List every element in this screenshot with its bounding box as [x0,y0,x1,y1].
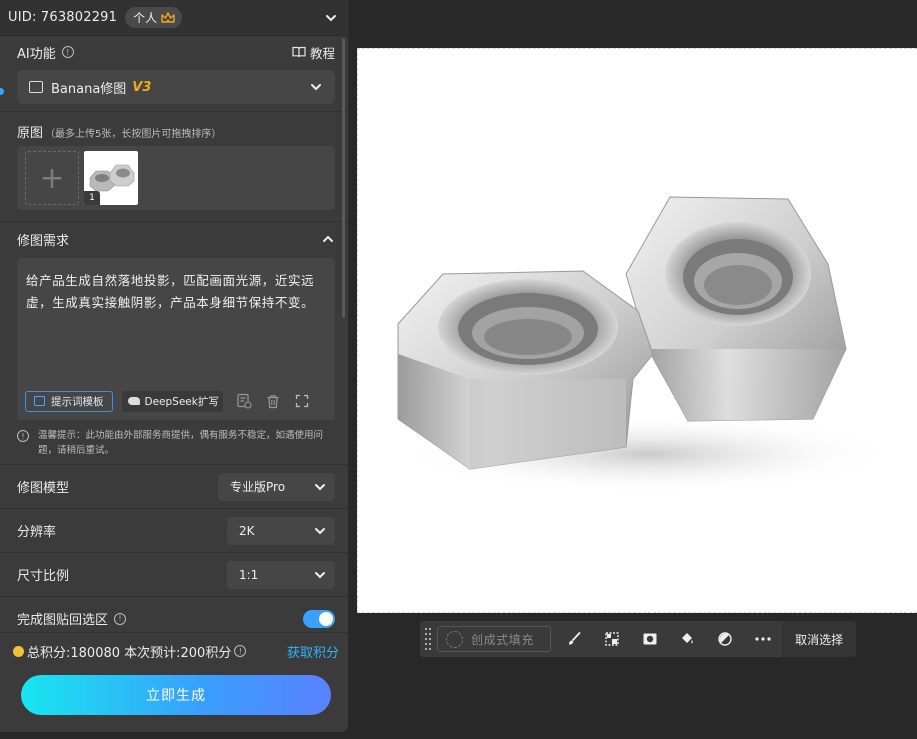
ai-feature-header: AI功能 ! 教程 [17,36,335,68]
plus-icon: + [39,160,65,196]
add-image-button[interactable]: + [25,151,79,205]
original-image-thumb[interactable]: 1 [84,151,138,205]
account-type-label: 个人 [133,11,158,25]
trash-icon[interactable] [265,393,281,409]
panel-scrollbar[interactable] [342,38,345,318]
book-icon [292,46,306,58]
coin-icon [13,645,24,657]
generate-button[interactable]: 立即生成 [21,675,331,715]
adjust-icon[interactable] [706,621,744,657]
original-image-hint: （最多上传5张，长按图片可拖拽排序） [45,129,222,140]
deepseek-label: DeepSeek扩写 [144,395,219,408]
prompt-template-button[interactable]: 提示词模板 [25,390,113,412]
generative-fill-button[interactable]: 创成式填充 [436,626,551,652]
paint-bucket-icon[interactable] [668,621,706,657]
invert-selection-icon[interactable] [593,621,631,657]
original-image-list: + 1 [17,146,335,210]
history-icon[interactable] [236,393,252,409]
mask-icon[interactable] [631,621,669,657]
service-notice-text: 温馨提示：此功能由外部服务商提供，偶有服务不稳定，如遇使用问题，请稍后重试。 [38,430,324,456]
crown-icon [161,11,175,23]
account-type-badge[interactable]: 个人 [125,7,183,28]
requirement-title: 修图需求 [17,233,70,249]
generative-fill-label: 创成式填充 [470,632,534,647]
chevron-down-icon[interactable] [324,11,338,25]
prompt-template-label: 提示词模板 [51,395,104,408]
more-icon[interactable] [744,621,782,657]
ratio-option-label: 尺寸比例 [17,569,70,584]
chevron-down-icon [315,571,325,578]
deepseek-expand-button[interactable]: DeepSeek扩写 [121,390,223,412]
image-icon [29,81,43,93]
ai-side-panel: UID: 763802291 个人 AI功能 ! 教程 Banana修图 V3 … [0,0,349,732]
chevron-down-icon [311,84,321,91]
chevron-up-icon [323,235,333,242]
original-image-title: 原图 [17,126,44,141]
requirement-textarea[interactable]: 给产品生成自然落地投影，匹配画面光源，近实远虚，生成真实接触阴影，产品本身细节保… [17,258,335,420]
points-text: 总积分:180080 本次预计:200积分 [27,645,232,661]
resolution-select[interactable]: 2K [227,516,335,545]
info-icon[interactable]: ! [61,46,74,58]
cancel-selection-button[interactable]: 取消选择 [782,621,856,657]
original-image-header: 原图 （最多上传5张，长按图片可拖拽排序） [0,112,348,144]
requirement-toolbar: 提示词模板 DeepSeek扩写 [25,390,327,412]
tutorial-label: 教程 [309,45,335,61]
info-icon[interactable]: ! [234,645,247,657]
info-icon[interactable]: ! [114,612,127,625]
ai-model-name: Banana修图 [51,81,127,97]
tutorial-link[interactable]: 教程 [292,43,335,62]
model-select[interactable]: 专业版Pro [218,472,335,501]
account-bar: UID: 763802291 个人 [0,0,348,36]
model-option-label: 修图模型 [17,481,70,496]
chevron-down-icon [315,527,325,534]
deepseek-whale-icon [127,397,140,405]
model-select-value: 专业版Pro [230,480,286,494]
ratio-select[interactable]: 1:1 [227,560,335,589]
ai-model-version: V3 [132,79,152,95]
option-row-ratio: 尺寸比例 1:1 [0,552,348,596]
get-points-link[interactable]: 获取积分 [287,642,339,661]
option-row-model: 修图模型 专业版Pro [0,464,348,508]
uid-label: UID: 763802291 [8,10,118,25]
paste-back-label: 完成图贴回选区 [17,613,109,628]
ai-feature-title: AI功能 [17,46,56,62]
requirement-text[interactable]: 给产品生成自然落地投影，匹配画面光源，近实远虚，生成真实接触阴影，产品本身细节保… [26,270,326,314]
book-icon [34,396,45,406]
image-canvas[interactable] [357,48,917,613]
hex-nuts-photo [397,196,898,494]
panel-footer: 总积分:180080 本次预计:200积分 ! 获取积分 立即生成 [0,632,348,732]
info-icon: ! [17,430,29,442]
brush-icon[interactable] [555,621,593,657]
option-row-resolution: 分辨率 2K [0,508,348,552]
paste-back-toggle[interactable] [303,609,335,628]
resolution-select-value: 2K [239,523,255,538]
selection-toolbar: 创成式填充 取消选择 [420,621,856,657]
ai-model-select[interactable]: Banana修图 V3 [17,70,335,104]
fullscreen-icon[interactable] [294,393,310,409]
generative-fill-icon [445,630,463,648]
points-row: 总积分:180080 本次预计:200积分 ! 获取积分 [0,633,348,669]
service-notice: ! 温馨提示：此功能由外部服务商提供，偶有服务不稳定，如遇使用问题，请稍后重试。 [0,420,348,464]
requirement-header[interactable]: 修图需求 [0,222,348,256]
chevron-down-icon [315,483,325,490]
drag-handle-icon[interactable] [420,621,436,657]
resolution-option-label: 分辨率 [17,525,57,540]
image-index: 1 [84,191,100,205]
ratio-select-value: 1:1 [239,567,259,582]
